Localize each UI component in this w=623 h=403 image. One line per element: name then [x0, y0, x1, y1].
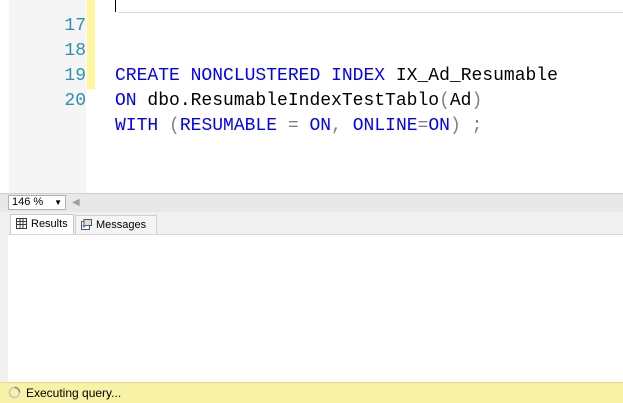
tab-label: Messages: [96, 219, 147, 231]
sql-operator: ;: [471, 116, 483, 136]
zoom-select[interactable]: 146 % ▼: [8, 195, 66, 210]
code-line: 19 ON dbo.ResumableIndexTestTablo(Ad): [0, 39, 482, 111]
sql-identifier: dbo.ResumableIndexTestTablo: [136, 91, 440, 111]
sql-keyword: NONCLUSTERED: [190, 66, 321, 86]
sql-identifier: [299, 116, 310, 136]
sql-keyword: RESUMABLE: [179, 116, 278, 136]
spinner-icon: [8, 386, 21, 399]
sql-identifier: Ad: [449, 91, 472, 111]
code-text[interactable]: ON dbo.ResumableIndexTestTablo(Ad): [115, 89, 482, 114]
current-line-highlight: [118, 12, 623, 13]
sql-keyword: ON: [309, 116, 332, 136]
code-line: 20 WITH (RESUMABLE = ON, ONLINE=ON) ;: [0, 64, 482, 136]
scroll-left-icon[interactable]: ◀: [72, 197, 80, 208]
tab-label: Results: [31, 218, 68, 230]
sql-keyword: WITH: [115, 116, 159, 136]
results-tab-strip: Results Messages: [8, 212, 623, 235]
zoom-value: 146 %: [12, 196, 44, 208]
zoom-bar: 146 % ▼ ◀: [0, 193, 623, 212]
sql-identifier: [342, 116, 353, 136]
code-line: 18 CREATE NONCLUSTERED INDEX IX_Ad_Resum…: [0, 14, 558, 86]
results-grid-area[interactable]: [8, 235, 623, 382]
sql-operator: ): [471, 91, 483, 111]
change-tracking-bar: [87, 0, 95, 89]
line-number: 20: [64, 91, 86, 111]
sql-operator: =: [287, 116, 299, 136]
sql-operator: =: [417, 116, 429, 136]
sql-operator: ): [449, 116, 461, 136]
sql-identifier: [158, 116, 169, 136]
sql-keyword: INDEX: [331, 66, 386, 86]
code-text[interactable]: CREATE NONCLUSTERED INDEX IX_Ad_Resumabl…: [115, 64, 558, 89]
sql-keyword: ONLINE: [352, 116, 418, 136]
sql-operator: (: [439, 91, 450, 111]
grid-icon: [16, 218, 27, 229]
sql-operator: (: [169, 116, 180, 136]
sql-keyword: ON: [115, 91, 137, 111]
sql-identifier: IX_Ad_Resumable: [385, 66, 558, 86]
code-text[interactable]: WITH (RESUMABLE = ON, ONLINE=ON) ;: [115, 114, 482, 139]
chevron-down-icon: ▼: [54, 198, 62, 207]
sql-operator: ,: [331, 116, 342, 136]
sql-identifier: [320, 66, 331, 86]
results-pane: Results Messages: [0, 212, 623, 382]
code-line: 17: [0, 0, 86, 36]
line-number: 18: [64, 41, 86, 61]
status-bar: Executing query...: [0, 382, 623, 403]
sql-keyword: ON: [428, 116, 450, 136]
text-caret: [115, 0, 116, 12]
sql-editor[interactable]: 17 18 CREATE NONCLUSTERED INDEX IX_Ad_Re…: [0, 0, 623, 193]
line-number: 19: [64, 66, 86, 86]
tab-results[interactable]: Results: [10, 214, 74, 234]
sql-identifier: [180, 66, 191, 86]
line-number: 17: [64, 16, 86, 36]
results-margin: [0, 212, 8, 382]
messages-icon: [81, 219, 92, 230]
status-text: Executing query...: [26, 386, 122, 400]
sql-identifier: [277, 116, 288, 136]
tab-messages[interactable]: Messages: [75, 215, 157, 234]
sql-keyword: CREATE: [115, 66, 180, 86]
sql-identifier: [461, 116, 472, 136]
